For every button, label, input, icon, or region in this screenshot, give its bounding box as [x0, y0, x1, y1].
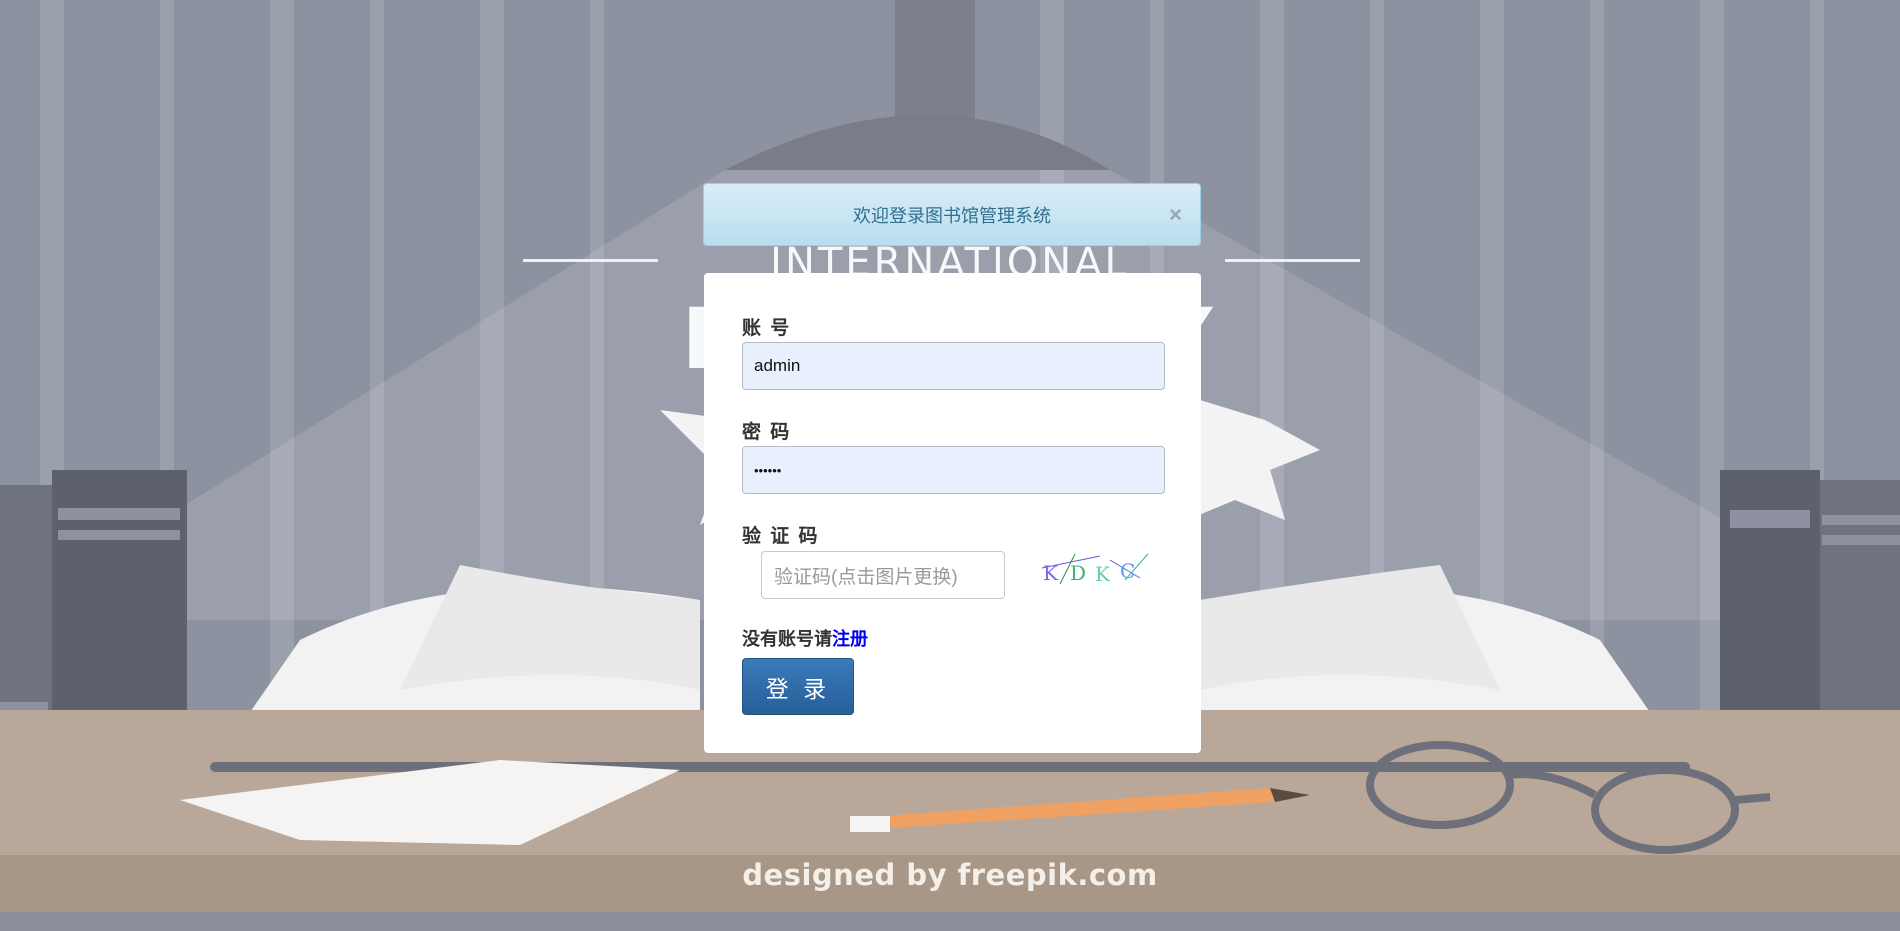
svg-text:C: C [1120, 559, 1135, 583]
welcome-alert: 欢迎登录图书馆管理系统 × [703, 183, 1201, 246]
account-label: 账 号 [742, 318, 792, 339]
svg-text:D: D [1070, 561, 1086, 585]
captcha-image[interactable]: K D K C [1040, 550, 1150, 590]
captcha-label: 验 证 码 [742, 526, 820, 547]
welcome-alert-message: 欢迎登录图书馆管理系统 [853, 205, 1051, 226]
account-input[interactable]: admin [742, 342, 1165, 390]
captcha-input[interactable]: 验证码(点击图片更换) [761, 551, 1005, 599]
password-label: 密 码 [742, 422, 792, 443]
login-panel: 账 号 admin 密 码 •••••• 验 证 码 验证码(点击图片更换) K… [704, 273, 1201, 753]
close-icon[interactable]: × [1169, 203, 1182, 226]
signup-prompt: 没有账号请注册 [742, 625, 868, 651]
captcha-input-placeholder: 验证码(点击图片更换) [774, 566, 958, 588]
svg-text:K: K [1043, 561, 1059, 585]
signup-link[interactable]: 注册 [832, 629, 868, 649]
svg-text:K: K [1095, 562, 1111, 586]
password-input-value: •••••• [754, 462, 782, 478]
login-button[interactable]: 登 录 [742, 658, 854, 715]
password-input[interactable]: •••••• [742, 446, 1165, 494]
freepik-credit: designed by freepik.com [742, 858, 1158, 892]
signup-prefix: 没有账号请 [742, 629, 832, 649]
account-input-value: admin [754, 356, 801, 375]
